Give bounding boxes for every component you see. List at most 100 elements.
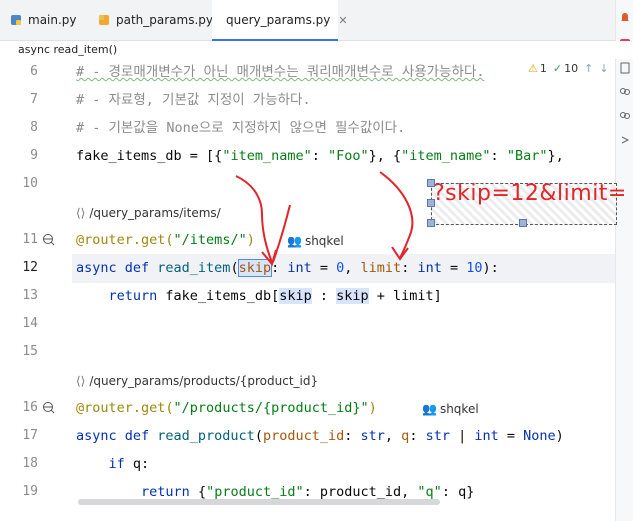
horizontal-scrollbar[interactable] xyxy=(78,499,440,505)
line-number: 11 xyxy=(22,232,38,247)
person-icon: 👥 xyxy=(287,234,302,248)
code-token: limit xyxy=(360,260,402,276)
line-number: 9 xyxy=(30,148,38,163)
code-token: : xyxy=(409,428,426,444)
annotation-text: ?skip=12&limit= xyxy=(433,181,627,206)
author-name: shqkel xyxy=(439,402,479,416)
tab-path-params-py[interactable]: path_params.py xyxy=(98,0,213,40)
endpoint-globe-icon[interactable] xyxy=(42,401,55,414)
link-icon: ⟨⟩ xyxy=(76,206,86,220)
code-token: "item_name" xyxy=(401,148,491,164)
line-number: 19 xyxy=(22,484,38,499)
inlay-text: /query_params/items/ xyxy=(89,206,221,220)
tab-query-params-py[interactable]: query_params.py ✕ xyxy=(212,0,348,41)
line-number: 10 xyxy=(22,176,38,191)
problems-indicator[interactable]: ⚠ 1 ✓ 10 ↑ ↓ xyxy=(528,62,609,75)
code-token: async def xyxy=(76,428,158,444)
code-token: = xyxy=(311,260,337,276)
file-icon[interactable] xyxy=(619,62,631,74)
code-line-11[interactable]: @router.get("/items/") xyxy=(76,226,255,254)
code-token: "/products/{product_id}" xyxy=(173,400,369,416)
inlay-text: /query_params/products/{product_id} xyxy=(89,374,319,388)
code-line-16[interactable]: @router.get("/products/{product_id}") xyxy=(76,394,377,422)
python-file-icon xyxy=(11,15,21,25)
resize-handle[interactable] xyxy=(519,219,527,227)
group-icon[interactable] xyxy=(619,86,631,98)
code-token: skip xyxy=(279,288,312,304)
code-token: ) xyxy=(246,232,255,248)
line-number: 6 xyxy=(30,64,38,79)
editor-tab-bar: main.py path_params.py query_params.py ✕ xyxy=(0,0,633,41)
breadcrumb[interactable]: async read_item() xyxy=(0,41,633,59)
tab-main-py[interactable]: main.py xyxy=(10,0,77,40)
arrow-up-icon[interactable]: ↑ xyxy=(584,62,593,75)
comment-text: # - 경로매개변수가 아닌 매개변수는 쿼리매개변수로 사용가능하다. xyxy=(76,64,485,80)
line-number: 8 xyxy=(30,120,38,135)
arrow-down-icon[interactable]: ↓ xyxy=(599,62,608,75)
code-token: "Foo" xyxy=(327,148,369,164)
comment-text: # - 기본값을 None으로 지정하지 않으면 필수값이다. xyxy=(76,120,406,136)
code-token: , xyxy=(384,428,402,444)
code-token: str xyxy=(360,428,385,444)
close-tab-icon[interactable]: ✕ xyxy=(338,14,347,27)
code-token: : product_id, xyxy=(303,484,418,500)
code-token: { xyxy=(197,484,207,500)
code-line-9[interactable]: fake_items_db = [{"item_name": "Foo"}, {… xyxy=(76,142,564,170)
code-line-7[interactable]: # - 자료형, 기본값 지정이 가능하다. xyxy=(76,86,311,114)
code-token: 10 xyxy=(466,260,483,276)
code-line-6[interactable]: # - 경로매개변수가 아닌 매개변수는 쿼리매개변수로 사용가능하다. xyxy=(76,58,485,86)
code-line-8[interactable]: # - 기본값을 None으로 지정하지 않으면 필수값이다. xyxy=(76,114,405,142)
person-icon: 👥 xyxy=(422,402,437,416)
line-number: 15 xyxy=(22,344,38,359)
line-number: 12 xyxy=(22,260,38,275)
code-token: ( xyxy=(230,260,239,276)
code-token: : xyxy=(490,148,507,164)
code-token: int xyxy=(474,428,499,444)
endpoint-inlay-hint[interactable]: ⟨⟩/query_params/products/{product_id} xyxy=(76,371,318,391)
line-number: 14 xyxy=(22,316,38,331)
code-token: None xyxy=(523,428,556,444)
code-token: return xyxy=(108,288,166,304)
code-token: fake_items_db = [{ xyxy=(76,148,223,164)
code-token: return xyxy=(141,484,198,500)
ok-count: 10 xyxy=(564,62,579,75)
warning-icon: ⚠ xyxy=(528,62,538,75)
resize-handle[interactable] xyxy=(427,179,435,187)
code-token: ): xyxy=(482,260,499,276)
code-line-12[interactable]: async def read_item(skip: int = 0, limit… xyxy=(76,254,499,282)
chevron-icon[interactable] xyxy=(619,134,631,146)
code-token: = xyxy=(441,260,467,276)
code-token: = xyxy=(498,428,524,444)
code-token: ) xyxy=(555,428,564,444)
code-token: : xyxy=(344,428,361,444)
code-token: ( xyxy=(254,428,263,444)
notifications-bell-icon[interactable] xyxy=(619,12,631,24)
code-token: fake_items_db[ xyxy=(165,288,280,304)
code-token: + limit] xyxy=(368,288,442,304)
line-number: 18 xyxy=(22,456,38,471)
link-icon: ⟨⟩ xyxy=(76,374,86,388)
code-line-18[interactable]: if q: xyxy=(76,450,150,478)
code-line-13[interactable]: return fake_items_db[skip : skip + limit… xyxy=(76,282,442,310)
author-inlay[interactable]: 👥 shqkel xyxy=(422,399,479,419)
endpoint-inlay-hint[interactable]: ⟨⟩/query_params/items/ xyxy=(76,203,221,223)
code-token: if xyxy=(108,456,133,472)
code-token: : xyxy=(311,148,328,164)
code-token: str xyxy=(425,428,450,444)
code-token: int xyxy=(287,260,312,276)
warning-count: 1 xyxy=(539,62,547,75)
author-inlay[interactable]: 👥 shqkel xyxy=(287,231,344,251)
line-number: 7 xyxy=(30,92,38,107)
line-number: 17 xyxy=(22,428,38,443)
endpoint-globe-icon[interactable] xyxy=(42,233,55,246)
code-line-17[interactable]: async def read_product(product_id: str, … xyxy=(76,422,564,450)
comment-text: # - 자료형, 기본값 지정이 가능하다. xyxy=(76,92,311,108)
code-token: : xyxy=(271,260,288,276)
resize-handle[interactable] xyxy=(427,219,435,227)
code-token: | xyxy=(449,428,475,444)
group-icon[interactable] xyxy=(619,110,631,122)
code-token: product_id xyxy=(262,428,345,444)
right-tool-strip: + xyxy=(615,0,633,521)
code-token: @router.get( xyxy=(76,232,174,248)
resize-handle[interactable] xyxy=(427,199,435,207)
